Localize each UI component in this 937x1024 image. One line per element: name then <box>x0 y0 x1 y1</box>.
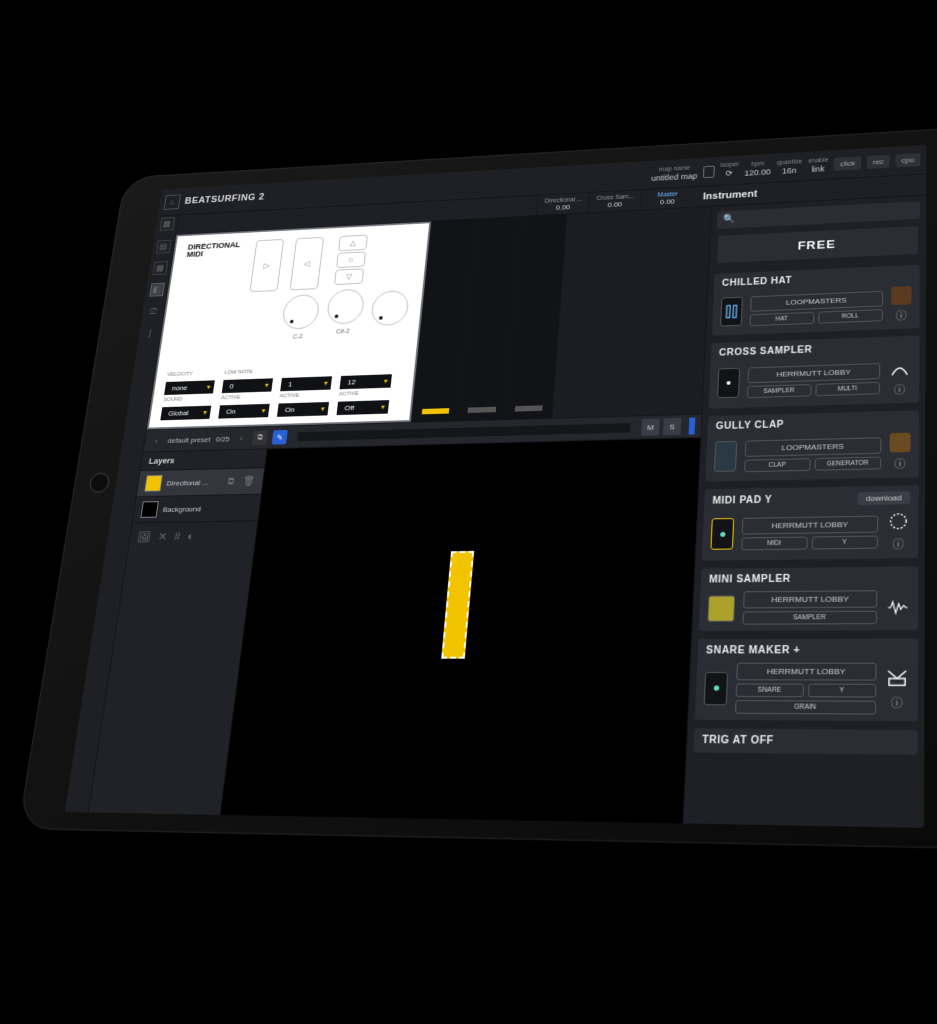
tool-image-icon[interactable]: 🖼 <box>137 530 152 543</box>
rail-icon-1[interactable]: ▦ <box>159 217 174 231</box>
preset-save-icon[interactable]: ✎ <box>272 430 288 445</box>
rec-button[interactable]: rec <box>867 155 890 169</box>
tool-grid-icon[interactable]: # <box>173 530 181 543</box>
shape-down-icon[interactable]: ▽ <box>334 268 364 285</box>
rail-icon-map[interactable]: ▦ <box>152 261 168 275</box>
channel-indicator <box>689 417 696 434</box>
home-icon[interactable]: ⌂ <box>164 194 181 209</box>
channel-cross-sampler[interactable]: Cross Sam... 0.00 <box>588 190 641 212</box>
dial-icon <box>887 510 911 532</box>
center-area: DIRECTIONAL MIDI ▷ ◁ C-2 <box>89 207 711 824</box>
active-1-dropdown[interactable]: ACTIVEOn <box>218 404 269 419</box>
lownote-dropdown[interactable]: LOW NOTE0 <box>222 378 273 393</box>
info-icon[interactable]: ⓘ <box>892 536 904 552</box>
waveform-icon <box>886 596 910 619</box>
preset-copy-icon[interactable]: ⧉ <box>252 430 268 445</box>
rail-icon-wave[interactable]: ∫ <box>142 326 158 340</box>
thumb-gully-clap <box>714 441 737 472</box>
shape-up-icon[interactable]: △ <box>338 235 368 251</box>
thumb-midi-pad <box>710 518 734 550</box>
drum-icon <box>885 666 909 689</box>
preview-thumb <box>890 433 911 453</box>
info-icon[interactable]: ⓘ <box>894 456 906 472</box>
card-chilled-hat[interactable]: CHILLED HAT LOOPMASTERS HATROLL ⓘ <box>712 265 920 336</box>
search-icon: 🔍 <box>723 214 735 224</box>
layer-swatch-yellow <box>144 475 162 492</box>
preset-count: 0/25 <box>215 435 230 443</box>
knob-3[interactable] <box>370 290 410 326</box>
layer-background[interactable]: Background <box>133 495 261 524</box>
card-midi-pad-y[interactable]: MIDI PAD Y download HERRMUTT LOBBY MIDIY… <box>702 485 919 561</box>
map-name-group[interactable]: map name untitled map <box>651 164 698 182</box>
param-dropdowns: VELOCITY none SOUND Global LOW <box>160 374 403 420</box>
mute-button[interactable]: M <box>641 418 660 435</box>
looper-group[interactable]: looper ⟳ <box>720 162 739 179</box>
rail-icon-selected[interactable]: ◧ <box>149 283 165 297</box>
canvas-pad[interactable] <box>441 551 474 659</box>
direction-pad-right[interactable]: ▷ <box>250 239 285 292</box>
preset-next-icon[interactable]: › <box>234 432 248 445</box>
instrument-browser: 🔍 FREE CHILLED HAT LOOPMASTERS HATROLL <box>682 196 926 828</box>
duplicate-icon[interactable]: ⧉ <box>224 475 238 488</box>
tablet-home-button[interactable] <box>88 473 110 493</box>
active-2-dropdown[interactable]: ACTIVEOn <box>277 402 329 417</box>
rail-icon-layers[interactable]: ▤ <box>156 240 171 254</box>
enable-link-group[interactable]: enable link <box>808 157 829 174</box>
trash-icon[interactable]: 🗑 <box>242 475 256 488</box>
sound-dropdown[interactable]: SOUND Global <box>160 406 211 421</box>
layer-swatch-black <box>140 501 158 518</box>
thumb-chilled-hat <box>720 297 743 327</box>
shape-circle-icon[interactable]: ○ <box>336 251 366 268</box>
direction-pad-left[interactable]: ◁ <box>290 237 324 290</box>
info-icon[interactable]: ⓘ <box>895 308 906 323</box>
app-title: BEATSURFING 2 <box>184 192 265 206</box>
layer-tools: 🖼 ✕ # ◐ <box>128 521 257 551</box>
solo-button[interactable]: S <box>663 418 682 435</box>
tool-crop-icon[interactable]: ✕ <box>157 530 168 543</box>
cpu-button[interactable]: cpu <box>896 153 921 167</box>
preset-slider[interactable] <box>297 423 630 441</box>
thumb-mini-sampler <box>707 595 735 621</box>
knob-c2[interactable] <box>281 294 321 330</box>
download-button[interactable]: download <box>857 491 910 505</box>
card-gully-clap[interactable]: GULLY CLAP LOOPMASTERS CLAPGENERATOR ⓘ <box>705 410 919 481</box>
channel-master[interactable]: Master 0.00 <box>640 187 694 210</box>
channel-directional[interactable]: Directional ... 0.00 <box>536 193 589 215</box>
rail-icon-sliders[interactable]: ⎚ <box>146 304 162 318</box>
bpm-group[interactable]: bpm 120.00 <box>744 160 771 177</box>
card-snare-maker[interactable]: SNARE MAKER + HERRMUTT LOBBY SNAREY GRAI… <box>695 639 918 722</box>
knob-csharp2[interactable] <box>326 289 366 325</box>
click-button[interactable]: click <box>834 156 861 170</box>
thumb-cross-sampler <box>717 368 740 398</box>
fader-area <box>411 214 568 422</box>
preview-thumb <box>891 286 911 305</box>
preset-prev-icon[interactable]: ‹ <box>149 434 163 447</box>
preset-name[interactable]: default preset <box>167 435 211 444</box>
canvas-area[interactable] <box>220 438 700 823</box>
instrument-editor: DIRECTIONAL MIDI ▷ ◁ C-2 <box>147 221 431 429</box>
cross-icon <box>888 357 911 378</box>
active-3-dropdown[interactable]: ACTIVEOff <box>337 400 390 415</box>
val-1-dropdown[interactable]: 1 <box>280 376 332 391</box>
layer-directional[interactable]: Directional ... ⧉ 🗑 <box>137 468 265 497</box>
tablet-device: ⌂ BEATSURFING 2 map name untitled map lo… <box>18 127 937 850</box>
thumb-snare-maker <box>704 671 728 704</box>
card-mini-sampler[interactable]: MINI SAMPLER HERRMUTT LOBBY SAMPLER <box>699 566 919 631</box>
info-icon[interactable]: ⓘ <box>891 694 903 711</box>
search-input[interactable] <box>717 201 920 229</box>
velocity-dropdown[interactable]: VELOCITY none <box>164 380 215 395</box>
tool-palette-icon[interactable]: ◐ <box>187 530 195 543</box>
quantize-group[interactable]: quantize 16n <box>776 158 802 175</box>
card-cross-sampler[interactable]: CROSS SAMPLER HERRMUTT LOBBY SAMPLERMULT… <box>709 335 920 408</box>
card-trig-at-off[interactable]: TRIG AT OFF <box>693 728 917 755</box>
val-12-dropdown[interactable]: 12 <box>340 374 392 389</box>
app-screen: ⌂ BEATSURFING 2 map name untitled map lo… <box>65 145 927 828</box>
info-icon[interactable]: ⓘ <box>894 382 906 398</box>
lock-icon[interactable] <box>703 165 715 178</box>
